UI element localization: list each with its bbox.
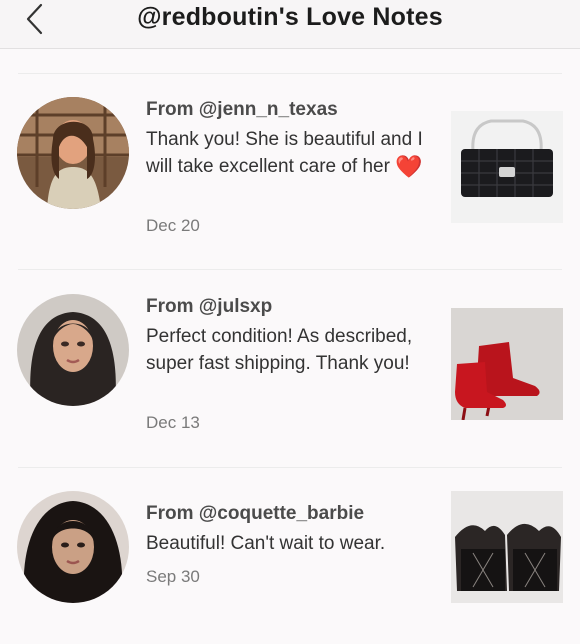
heart-emoji-icon: ❤️: [395, 153, 423, 179]
product-thumbnail[interactable]: [451, 111, 563, 223]
note-sender[interactable]: From @coquette_barbie: [146, 503, 364, 525]
note-date: Dec 20: [146, 216, 200, 235]
page-title: @redboutin's Love Notes: [137, 3, 443, 31]
note-date: Dec 13: [146, 413, 200, 432]
list-item: From @coquette_barbie Beautiful! Can't w…: [0, 469, 580, 644]
avatar[interactable]: [17, 294, 129, 406]
avatar[interactable]: [17, 97, 129, 209]
list-item: From @julsxp Perfect condition! As descr…: [0, 271, 580, 446]
note-message: Perfect condition! As described, super f…: [146, 326, 413, 374]
avatar[interactable]: [17, 491, 129, 603]
list-item: From @jenn_n_texas Thank you! She is bea…: [0, 74, 580, 249]
product-thumbnail[interactable]: [451, 491, 563, 603]
divider: [18, 269, 562, 270]
note-sender[interactable]: From @julsxp: [146, 296, 272, 318]
product-thumbnail[interactable]: [451, 308, 563, 420]
note-sender[interactable]: From @jenn_n_texas: [146, 99, 338, 121]
divider: [18, 467, 562, 468]
note-message: Thank you! She is beautiful and I will t…: [146, 129, 423, 179]
note-date: Sep 30: [146, 567, 200, 586]
note-message: Beautiful! Can't wait to wear.: [146, 533, 386, 554]
top-bar: @redboutin's Love Notes: [0, 0, 580, 49]
